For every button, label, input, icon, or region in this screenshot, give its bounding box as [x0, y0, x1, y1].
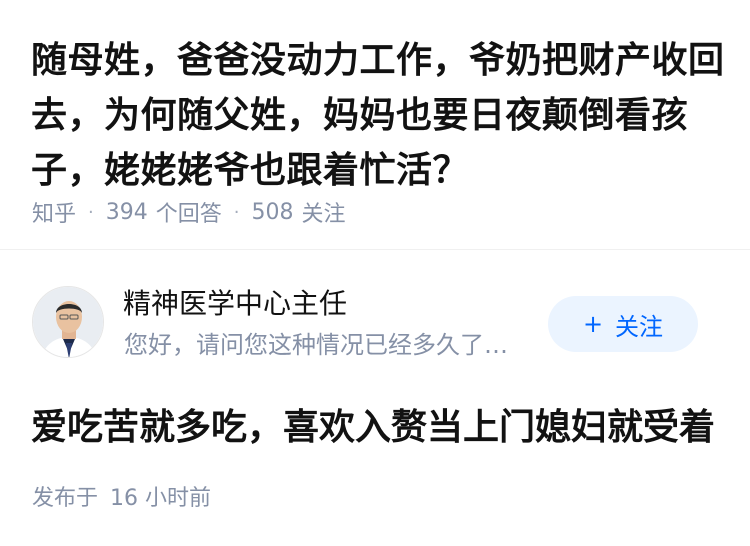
answer-count: 394 [105, 199, 148, 225]
follower-count-label: 关注 [301, 202, 346, 227]
follower-count: 508 [251, 199, 294, 225]
published-label: 发布于 [32, 486, 99, 511]
question-title[interactable]: 随母姓，爸爸没动力工作，爷奶把财产收回去，为何随父姓，妈妈也要日夜颠倒看孩子，姥… [31, 33, 731, 198]
separator-dot: · [88, 201, 94, 223]
author-avatar-image [33, 287, 103, 357]
avatar[interactable] [32, 286, 104, 358]
author-name[interactable]: 精神医学中心主任 [123, 285, 347, 323]
answer-count-label: 个回答 [155, 202, 222, 227]
follow-button[interactable]: + 关注 [548, 296, 698, 352]
section-divider [0, 249, 750, 250]
source-label: 知乎 [32, 202, 77, 227]
follow-button-label: 关注 [615, 312, 664, 341]
plus-icon: + [582, 310, 604, 338]
answer-excerpt[interactable]: 爱吃苦就多吃，喜欢入赘当上门媳妇就受着 [31, 403, 731, 453]
question-meta: 知乎 · 394 个回答 · 508 关注 [32, 196, 346, 228]
author-bio: 您好，请问您这种情况已经多久了… [124, 331, 508, 359]
publish-info: 发布于 16 小时前 [32, 480, 211, 512]
separator-dot: · [233, 201, 240, 223]
question-answer-card: 随母姓，爸爸没动力工作，爷奶把财产收回去，为何随父姓，妈妈也要日夜颠倒看孩子，姥… [0, 0, 750, 546]
published-time: 16 小时前 [110, 486, 212, 511]
